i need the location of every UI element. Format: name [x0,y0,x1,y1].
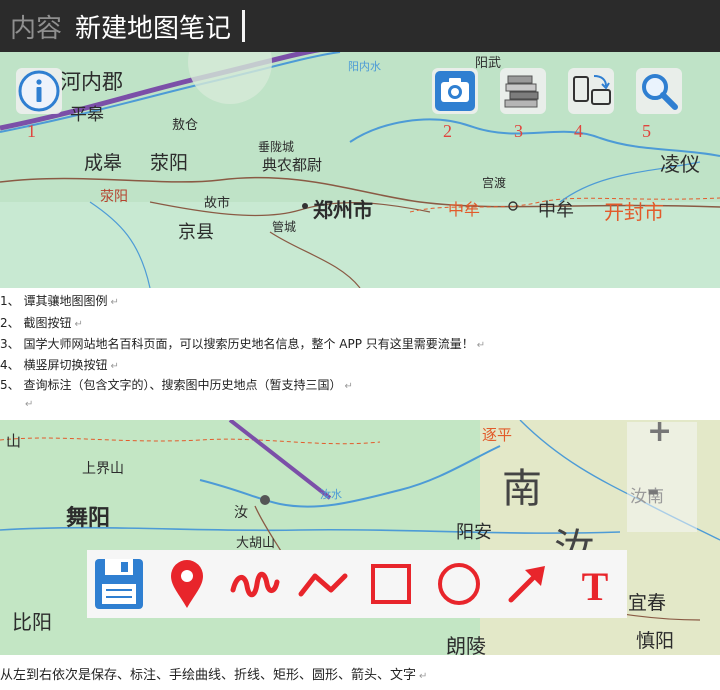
text-cursor [242,10,245,42]
place-label: 宜春 [628,592,667,614]
content-label: 内容 [10,14,63,44]
place-label: 比阳 [12,610,52,634]
circle-icon [438,563,480,605]
note-line: 4、 横竖屏切换按钮 ↵ [0,358,119,372]
place-label: 舞阳 [66,505,111,531]
place-label: 汝水 [320,488,342,501]
place-label: 中牟 [448,200,481,219]
rectangle-icon [371,564,411,604]
zoom-in-button[interactable]: + [647,414,672,449]
rotate-screen-icon [573,75,611,105]
map-bottom-background [0,420,720,655]
note-line: 1、 谭其骧地图图例 ↵ [0,294,119,308]
place-label: 逐平 [482,426,513,444]
text-icon-glyph: T [582,564,609,609]
place-label: 开封市 [604,200,664,224]
rectangle-button[interactable] [363,556,419,612]
place-label: 荥阳 [100,189,128,205]
place-label: 故市 [204,196,231,211]
place-label: 郑州市 [313,198,373,222]
arrow-button[interactable] [499,556,555,612]
freehand-curve-button[interactable] [227,556,283,612]
place-label: 阳内水 [348,60,381,73]
place-label: 管城 [272,220,297,234]
encyclopedia-button[interactable] [500,68,546,114]
place-label: 慎阳 [636,630,675,652]
place-label: 荥阳 [150,152,189,174]
title-bar: 内容 新建地图笔记 [0,0,720,52]
map-view-bottom[interactable]: 山 上界山 舞阳 汝 大胡山 阳安 南 汝 逐平 汝南 宜春 慎阳 朗陵 比阳 … [0,420,720,655]
screenshot-button[interactable] [432,68,478,114]
note-line: 5、 查询标注（包含文字的）、搜索图中历史地点（暂支持三国） ↵ [0,378,353,392]
place-label: 垂陇城 [258,140,295,154]
caption: 从左到右依次是保存、标注、手绘曲线、折线、矩形、圆形、箭头、文字 ↵ [0,668,428,683]
note-line: 2、 截图按钮 ↵ [0,316,83,330]
books-icon [504,75,539,108]
place-label: 平皋 [70,105,104,125]
place-label: 成皋 [84,152,123,174]
save-icon [95,559,143,609]
place-label: 汝 [234,505,248,521]
zoom-out-button[interactable]: - [647,474,659,509]
marker-icon [171,560,203,608]
place-label: 敖仓 [172,118,199,133]
drawing-toolbar: T [87,550,627,618]
place-label: 朗陵 [446,634,486,655]
callout-number: 2 [443,121,452,141]
search-icon [642,74,678,110]
place-label: 大胡山 [236,536,276,551]
place-label: 中牟 [538,200,574,221]
place-label: 阳武 [475,56,502,71]
place-label: 山 [6,432,22,450]
note-line: ↵ [25,399,34,410]
place-label: 宫渡 [482,176,507,190]
legend-info-button[interactable] [16,68,62,114]
info-icon [18,70,60,112]
callout-number: 5 [642,121,651,141]
callout-number: 1 [27,121,36,141]
place-label: 典农都尉 [262,156,323,174]
polyline-button[interactable] [295,556,351,612]
place-label: 上界山 [82,461,124,477]
place-label: 京县 [178,222,214,243]
place-label: 南 [502,466,542,512]
arrow-icon [508,566,545,603]
note-line: 3、 国学大师网站地名百科页面，可以搜索历史地名信息，整个 APP 只有这里需要… [0,337,486,351]
zoom-controls: + - [627,414,697,532]
marker-button[interactable] [159,556,215,612]
callout-number: 3 [514,121,523,141]
polyline-icon [298,573,348,597]
camera-icon [435,71,475,111]
place-label: 河内郡 [60,70,123,94]
note-title-input[interactable]: 新建地图笔记 [75,8,231,45]
search-button[interactable] [636,68,682,114]
circle-button[interactable] [431,556,487,612]
text-icon: T [582,564,609,609]
place-label: 凌仪 [660,152,700,176]
callout-number: 4 [574,121,583,141]
freehand-curve-icon [230,571,280,598]
save-button[interactable] [91,556,147,612]
rotate-screen-button[interactable] [568,68,614,114]
text-button[interactable]: T [567,556,623,612]
place-label: 阳安 [456,522,492,543]
